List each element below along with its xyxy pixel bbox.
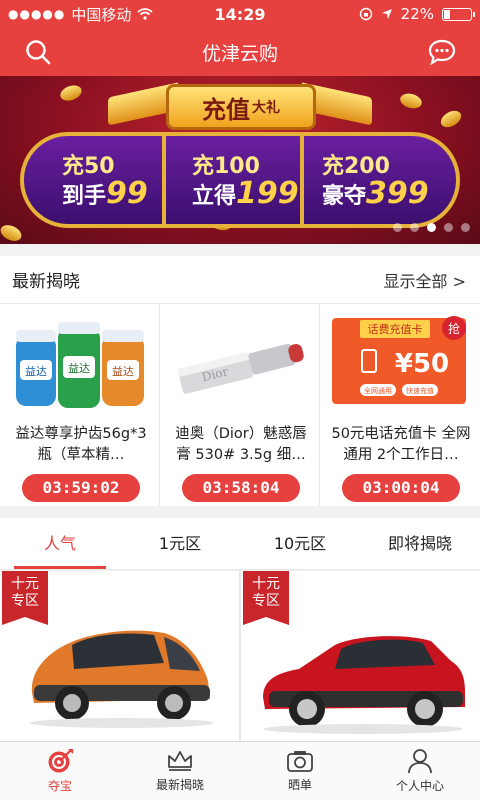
item-title: 50元电话充值卡 全网通用 2个工作日… [331, 426, 471, 463]
search-button[interactable] [22, 36, 54, 68]
svg-text:益达: 益达 [68, 361, 90, 375]
svg-text:抢: 抢 [448, 321, 460, 336]
rotation-lock-icon [359, 7, 372, 21]
countdown-timer: 03:58:04 [182, 474, 300, 502]
product-card[interactable]: 十元 专区 [241, 571, 480, 741]
product-image-lipstick: Dior [177, 343, 304, 394]
latest-section: 最新揭晓 显示全部 > 益达 益达 益达 益达尊享护齿56g*3瓶（草本精… 0… [0, 256, 480, 506]
gold-coin-decoration [58, 82, 84, 104]
carousel-dot[interactable] [393, 223, 402, 232]
battery-icon [442, 7, 475, 21]
svg-text:益达: 益达 [112, 364, 134, 378]
tab-popular[interactable]: 人气 [0, 518, 120, 569]
tabbar-item-treasure[interactable]: 夺宝 [0, 742, 120, 800]
product-card[interactable]: 十元 专区 [0, 571, 239, 741]
product-grid: 十元 专区 十元 专区 [0, 571, 480, 741]
page-title: 优津云购 [201, 42, 278, 65]
product-image-phone-card: 话费充值卡 ¥50 全网通用 快速充值 抢 [332, 316, 466, 404]
product-image-red-car [263, 636, 465, 734]
location-arrow-icon [381, 9, 392, 19]
product-image-gum: 益达 益达 益达 [16, 322, 144, 408]
tabbar-item-share-order[interactable]: 晒单 [240, 742, 360, 800]
tab-10-yuan[interactable]: 10元区 [240, 518, 360, 569]
latest-item-card[interactable]: 话费充值卡 ¥50 全网通用 快速充值 抢 50元电话充值卡 全网通用 2个工作… [320, 304, 480, 506]
tabbar-item-latest[interactable]: 最新揭晓 [120, 742, 240, 800]
svg-text:快速充值: 快速充值 [406, 386, 434, 395]
carousel-dot[interactable] [410, 223, 419, 232]
section-header: 最新揭晓 显示全部 > [0, 256, 480, 304]
product-image-orange-car [30, 630, 214, 728]
signal-icon: ●●●●● [8, 7, 66, 21]
item-title: 益达尊享护齿56g*3瓶（草本精… [15, 426, 147, 463]
carousel-dot[interactable] [461, 223, 470, 232]
target-icon [48, 749, 73, 773]
tabbar-label: 最新揭晓 [155, 778, 204, 792]
crown-icon [168, 751, 192, 771]
carousel-dot[interactable] [427, 223, 436, 232]
offer-item: 充100 立得199 [192, 154, 299, 211]
carrier-label: 中国移动 [71, 5, 132, 24]
countdown-timer: 03:00:04 [342, 474, 460, 502]
item-title: 迪奥（Dior）魅惑唇膏 530# 3.5g 细… [175, 426, 307, 463]
svg-text:话费充值卡: 话费充值卡 [368, 322, 423, 336]
promo-banner[interactable]: 充值 大礼 充50 到手99 充100 立得199 充200 豪夺399 [0, 76, 480, 244]
tabbar-label: 夺宝 [47, 779, 72, 793]
message-button[interactable] [426, 36, 458, 68]
banner-plaque: 充值 大礼 [166, 84, 316, 130]
search-icon [26, 40, 51, 65]
tab-1-yuan[interactable]: 1元区 [120, 518, 240, 569]
status-time: 14:29 [214, 4, 266, 24]
ten-yuan-zone-tag: 十元 专区 [243, 571, 289, 625]
svg-text:全网通用: 全网通用 [364, 386, 392, 395]
camera-icon [287, 751, 313, 772]
app-screen: ●●●●● 中国移动 14:29 22% 优津云购 充值 大礼 充50 到手99… [0, 0, 480, 800]
tabbar-item-profile[interactable]: 个人中心 [360, 742, 480, 800]
section-title: 最新揭晓 [12, 272, 80, 292]
gold-coin-decoration [0, 222, 24, 244]
battery-level [444, 9, 451, 19]
svg-text:¥50: ¥50 [395, 349, 449, 379]
status-bar: ●●●●● 中国移动 14:29 22% [0, 0, 480, 28]
carousel-dot[interactable] [444, 223, 453, 232]
ten-yuan-zone-tag: 十元 专区 [2, 571, 48, 625]
nav-bar: 优津云购 [0, 28, 480, 76]
tabbar-label: 个人中心 [395, 779, 444, 793]
tab-coming-soon[interactable]: 即将揭晓 [360, 518, 480, 569]
gold-coin-decoration [437, 107, 465, 131]
battery-percent: 22% [400, 5, 434, 23]
wifi-icon [137, 8, 153, 20]
offer-item: 充50 到手99 [62, 154, 148, 211]
countdown-timer: 03:59:02 [22, 474, 140, 502]
carousel-indicator[interactable] [393, 223, 470, 232]
latest-item-card[interactable]: 益达 益达 益达 益达尊享护齿56g*3瓶（草本精… 03:59:02 [0, 304, 160, 506]
person-icon [408, 749, 432, 774]
category-tabs: 人气 1元区 10元区 即将揭晓 [0, 518, 480, 570]
chat-bubble-icon [428, 39, 456, 65]
offer-item: 充200 豪夺399 [322, 154, 429, 211]
gold-coin-decoration [398, 91, 424, 111]
show-all-link[interactable]: 显示全部 > [384, 268, 467, 292]
tabbar-label: 晒单 [287, 778, 312, 792]
svg-text:益达: 益达 [25, 364, 47, 378]
latest-item-card[interactable]: Dior 迪奥（Dior）魅惑唇膏 530# 3.5g 细… 03:58:04 [160, 304, 320, 506]
bottom-tab-bar: 夺宝 最新揭晓 晒单 个人中心 [0, 741, 480, 800]
